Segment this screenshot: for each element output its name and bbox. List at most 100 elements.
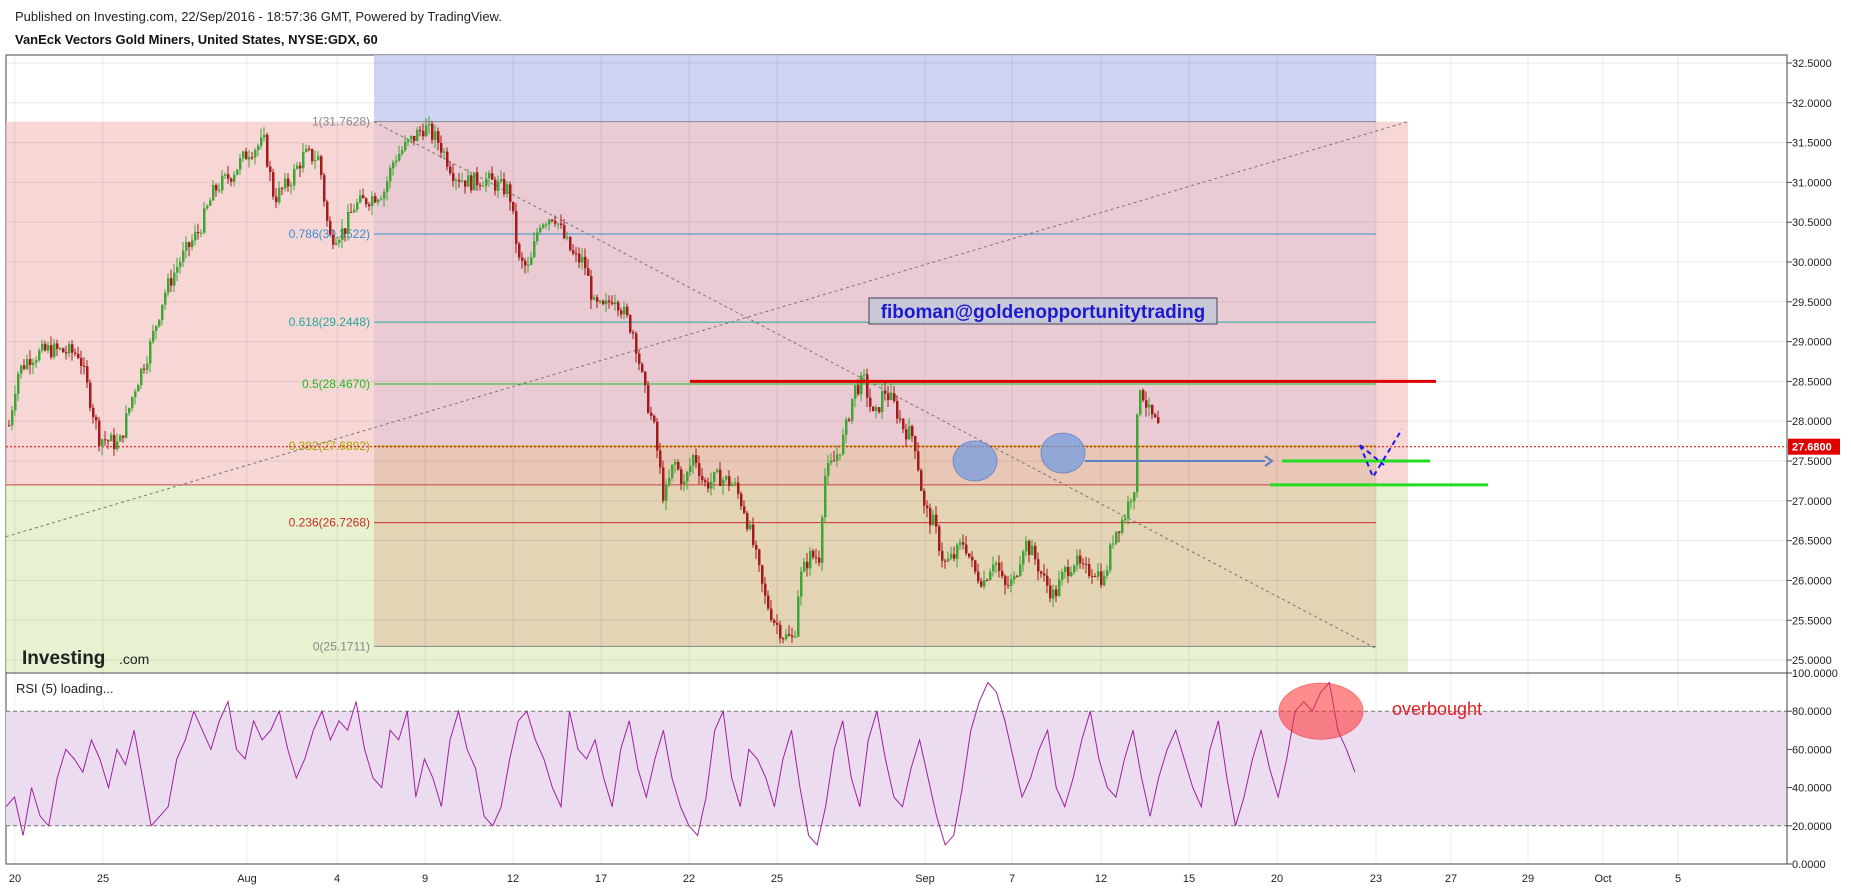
candle-body [794,636,797,638]
candle-body [296,165,299,169]
price-tick-label: 29.5000 [1792,297,1832,309]
gdx-chart: 1(31.7628)0.786(30.3522)0.618(29.2448)0.… [5,54,1840,885]
candle-body [848,419,851,421]
candle-body [731,484,734,486]
candle-body [950,554,953,559]
candle-body [722,479,725,486]
candle-body [614,302,617,305]
candle-body [527,264,530,266]
candle-body [41,343,44,351]
candle-body [647,385,650,413]
time-tick-label: Oct [1594,873,1611,885]
candle-body [446,151,449,167]
candle-body [650,412,653,416]
candle-body [872,406,875,412]
candle-body [92,407,95,418]
candle-body [194,232,197,241]
candle-body [161,304,164,320]
investing-watermark: Investing [22,648,105,669]
candle-body [785,634,788,639]
candle-body [935,514,938,527]
candle-body [77,353,80,359]
candle-body [476,172,479,186]
candle-body [362,195,365,199]
candle-body [902,418,905,430]
rsi-tick-label: 20.0000 [1792,821,1832,833]
candle-body [1109,544,1112,571]
candle-body [863,374,866,376]
candle-body [641,364,644,372]
candle-body [1028,540,1031,556]
candle-body [326,201,329,221]
candle-body [488,173,491,179]
candle-body [392,162,395,169]
candle-body [680,469,683,485]
candle-body [992,564,995,572]
candle-body [473,172,476,191]
candle-body [74,352,77,354]
time-tick-label: 20 [9,873,21,885]
candle-body [1004,576,1007,585]
candle-body [755,545,758,550]
candle-body [389,168,392,182]
candle-body [329,220,332,235]
candle-body [383,191,386,199]
time-tick-label: 12 [507,873,519,885]
candle-body [230,178,233,182]
candle-body [836,454,839,461]
rsi-tick-label: 60.0000 [1792,744,1832,756]
candle-body [410,135,413,140]
candle-body [890,393,893,400]
candle-body [398,153,401,161]
author-box-text: fiboman@goldenopportunitytrading [881,302,1206,323]
candle-body [896,401,899,419]
candle-body [494,179,497,191]
candle-body [980,581,983,587]
candle-body [1118,531,1121,533]
candle-body [338,240,341,244]
time-tick-label: 12 [1095,873,1107,885]
candle-body [1127,501,1130,519]
candle-body [1121,519,1124,533]
candle-body [155,326,158,331]
candle-body [1034,545,1037,560]
candle-body [911,426,914,437]
candle-body [107,440,110,442]
candle-body [38,350,41,361]
candle-body [941,550,944,561]
candle-body [833,460,836,462]
candle-body [377,199,380,203]
candle-body [131,397,134,409]
candle-body [458,179,461,182]
candle-body [260,137,263,146]
candle-body [587,268,590,276]
candle-body [857,385,860,395]
candle-body [17,373,20,394]
candle-body [350,211,353,213]
candle-body [1022,551,1025,565]
candle-body [125,413,128,438]
price-tick-label: 27.0000 [1792,496,1832,508]
candle-body [692,455,695,466]
candle-body [713,472,716,482]
candle-body [881,391,884,413]
candle-body [1019,564,1022,576]
candle-body [140,368,143,386]
candle-body [371,196,374,207]
candle-body [500,178,503,182]
price-tick-label: 30.0000 [1792,257,1832,269]
candle-body [932,514,935,526]
candle-body [899,418,902,420]
candle-body [914,436,917,452]
candle-body [218,190,221,192]
candle-body [683,481,686,485]
candle-body [542,224,545,228]
candle-body [407,139,410,142]
candle-body [809,550,812,569]
candle-body [98,420,101,446]
price-tick-label: 26.0000 [1792,575,1832,587]
candle-body [1031,545,1034,556]
candle-body [491,173,494,180]
candle-body [866,374,869,398]
candle-body [545,224,548,226]
